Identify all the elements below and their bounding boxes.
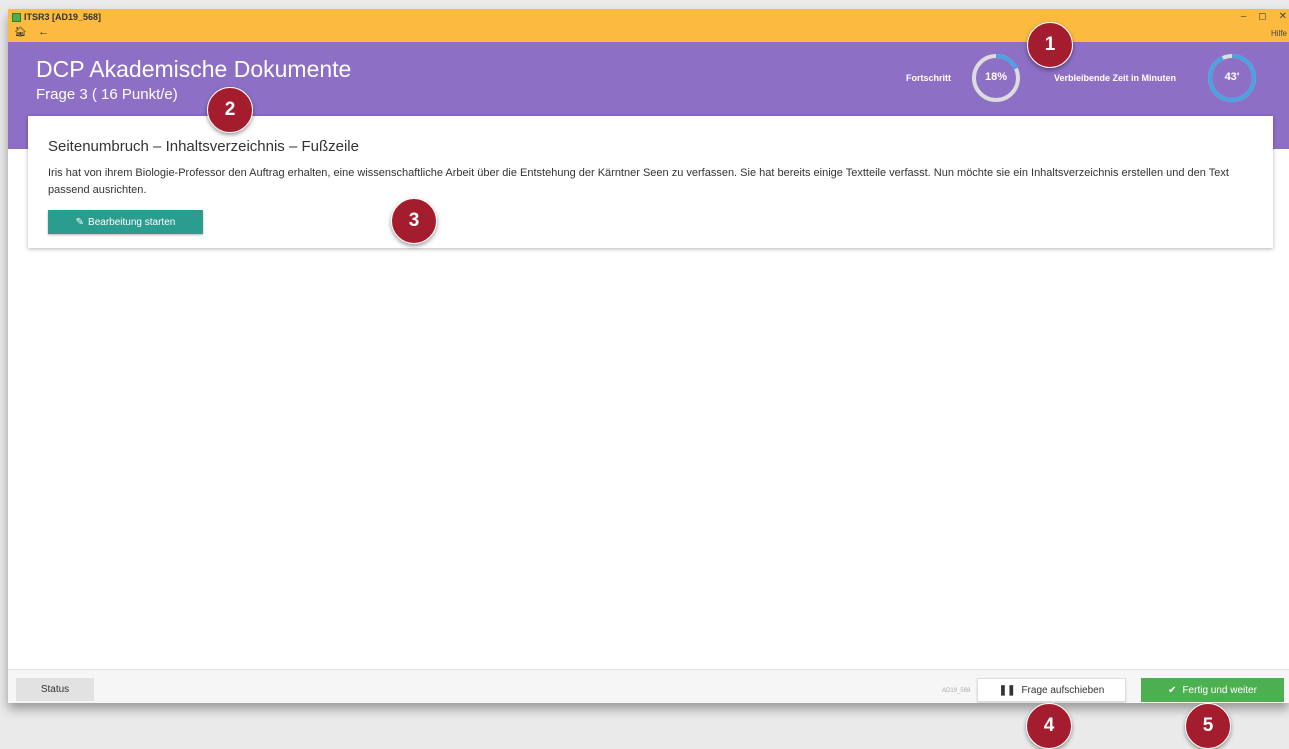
edit-icon: ✎	[75, 216, 85, 228]
task-description: Iris hat von ihrem Biologie-Professor de…	[48, 167, 1229, 196]
question-title: Frage 3 ( 16 Punkt/e)	[36, 86, 178, 103]
defer-question-button[interactable]: ❚❚ Frage aufschieben	[977, 678, 1126, 702]
app-title-text: ITSR3 [AD19_568]	[24, 12, 102, 22]
defer-question-label: Frage aufschieben	[1021, 684, 1105, 696]
restore-icon[interactable]: ◻	[1258, 11, 1266, 22]
app-window: ITSR3 [AD19_568] 🏠︎ ← – ◻ ✕ Hilfe DCP Ak…	[8, 9, 1289, 703]
finish-and-next-label: Fertig und weiter	[1182, 684, 1257, 696]
time-remaining-value: 43'	[1224, 71, 1240, 83]
app-title: ITSR3 [AD19_568]	[12, 12, 101, 22]
back-arrow-icon[interactable]: ←	[38, 26, 49, 38]
course-title: DCP Akademische Dokumente	[36, 56, 352, 82]
app-icon	[12, 12, 21, 22]
time-remaining-label: Verbleibende Zeit in Minuten	[1054, 73, 1177, 83]
annotation-marker-5: 5	[1185, 703, 1231, 749]
close-icon[interactable]: ✕	[1279, 11, 1287, 22]
status-button[interactable]: Status	[16, 678, 94, 701]
annotation-marker-2: 2	[207, 87, 253, 133]
annotation-marker-3: 3	[391, 198, 437, 244]
home-icon[interactable]: 🏠︎	[14, 27, 27, 38]
help-link[interactable]: Hilfe	[1271, 29, 1287, 38]
question-code: AD19_568	[942, 688, 971, 694]
pause-icon: ❚❚	[998, 684, 1016, 696]
task-heading: Seitenumbruch – Inhaltsverzeichnis – Fuß…	[48, 138, 359, 155]
annotation-marker-4: 4	[1026, 703, 1072, 749]
minimize-icon[interactable]: –	[1241, 11, 1247, 22]
window-controls: – ◻ ✕	[1241, 11, 1287, 22]
start-editing-button[interactable]: ✎ Bearbeitung starten	[48, 210, 203, 234]
checkmark-icon: ✔	[1168, 684, 1177, 696]
annotation-marker-1: 1	[1027, 22, 1073, 68]
title-bar: ITSR3 [AD19_568] 🏠︎ ← – ◻ ✕ Hilfe	[8, 9, 1289, 42]
footer-bar: Status AD19_568 ❚❚ Frage aufschieben ✔ F…	[8, 669, 1289, 703]
progress-label: Fortschritt	[906, 73, 951, 83]
progress-value: 18%	[984, 71, 1008, 83]
finish-and-next-button[interactable]: ✔ Fertig und weiter	[1141, 678, 1284, 702]
start-editing-label: Bearbeitung starten	[88, 216, 176, 228]
task-card: Seitenumbruch – Inhaltsverzeichnis – Fuß…	[28, 116, 1273, 248]
